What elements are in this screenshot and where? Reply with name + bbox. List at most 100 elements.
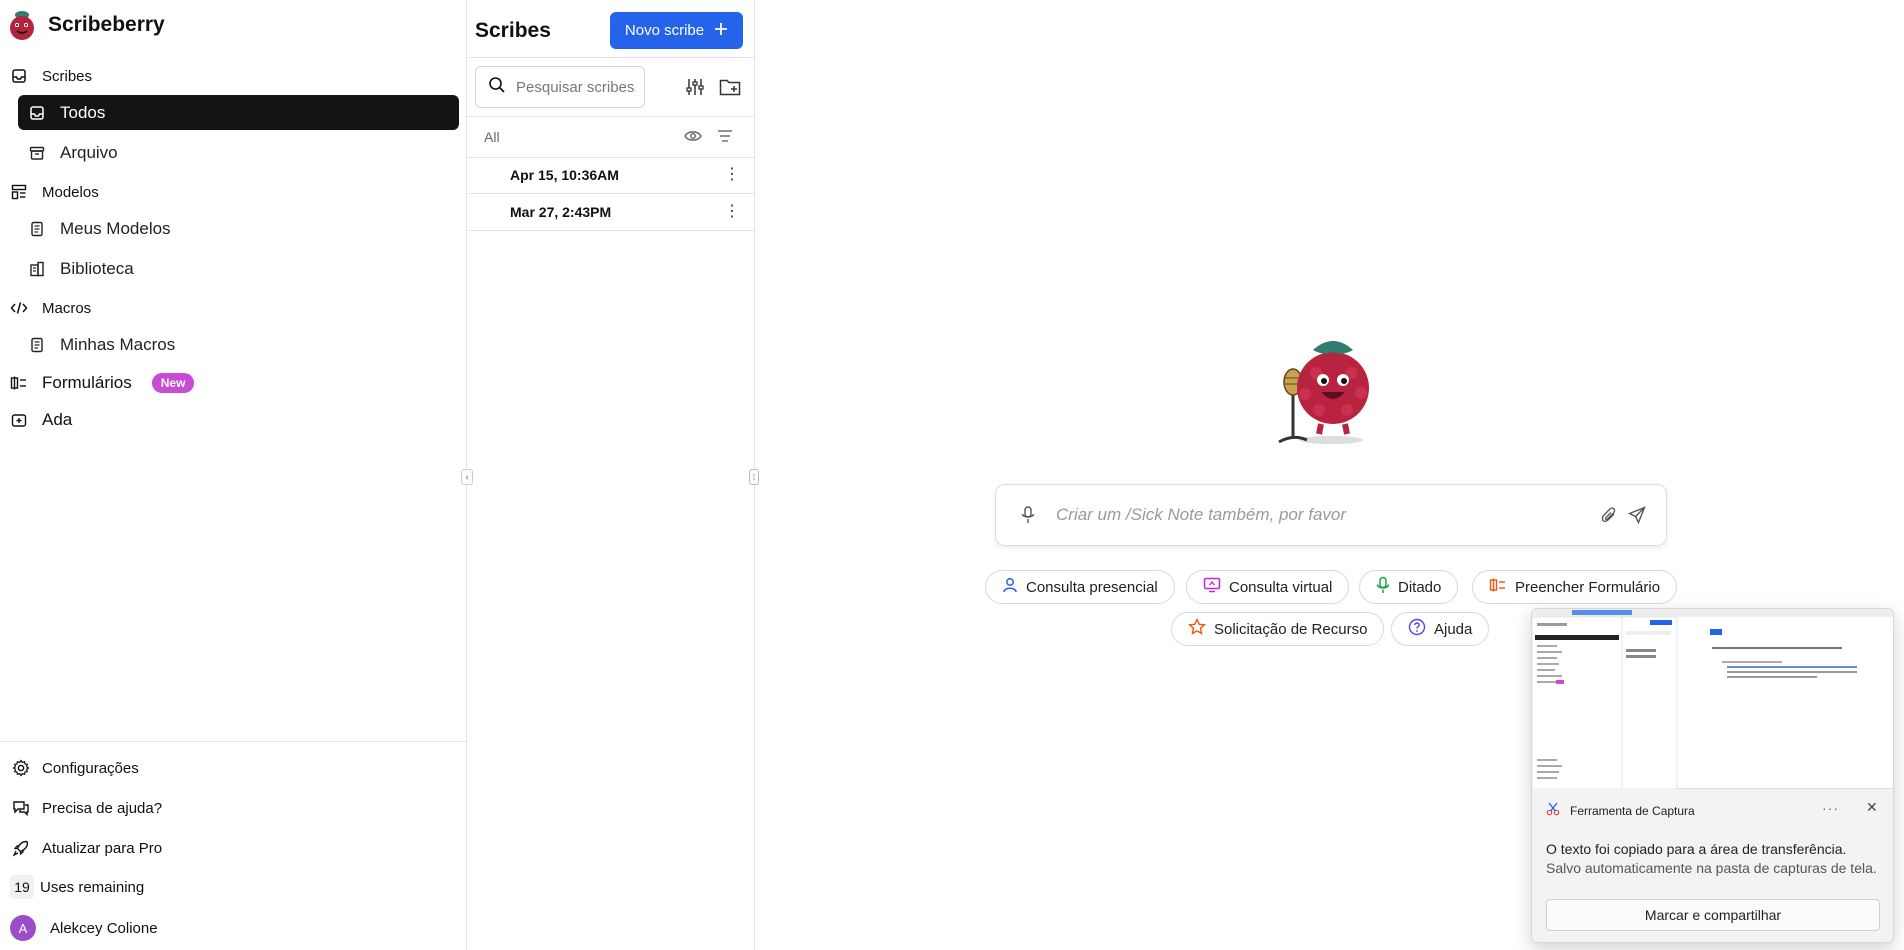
sidebar-item-meus-modelos[interactable]: Meus Modelos: [18, 211, 459, 246]
more-vertical-icon[interactable]: ⋮: [724, 204, 740, 220]
mic-icon: [1376, 576, 1390, 598]
mic-icon[interactable]: [1020, 505, 1036, 530]
form-icon: [1489, 577, 1507, 597]
list-item[interactable]: Mar 27, 2:43PM ⋮: [467, 194, 755, 231]
chip-ajuda[interactable]: Ajuda: [1391, 612, 1490, 646]
uses-count: 19: [10, 875, 34, 899]
chip-preencher-formulario[interactable]: Preencher Formulário: [1472, 570, 1678, 604]
brand[interactable]: Scribeberry: [6, 8, 165, 42]
sidebar-footer: [0, 741, 467, 742]
search-input[interactable]: [516, 78, 636, 96]
more-horizontal-icon[interactable]: ···: [1822, 800, 1839, 816]
sidebar-item-biblioteca[interactable]: Biblioteca: [18, 251, 459, 286]
uses-label: Uses remaining: [40, 878, 145, 896]
panel-title: Scribes: [475, 19, 551, 42]
chat-input-box[interactable]: [995, 484, 1667, 546]
sort-icon[interactable]: [713, 124, 737, 148]
section-macros[interactable]: Macros: [10, 299, 91, 317]
search-box[interactable]: [475, 66, 645, 108]
mascot-illustration: [1271, 328, 1381, 448]
chat-help-icon: [12, 799, 30, 817]
close-icon[interactable]: ✕: [1866, 799, 1878, 816]
chip-label: Ajuda: [1434, 620, 1473, 638]
layout-icon: [10, 183, 28, 201]
inbox-icon: [28, 104, 46, 122]
form-icon: [10, 374, 28, 392]
section-modelos[interactable]: Modelos: [10, 183, 99, 201]
chip-ditado[interactable]: Ditado: [1359, 570, 1459, 604]
snipping-tool-notification[interactable]: Ferramenta de Captura ··· ✕ O texto foi …: [1531, 608, 1894, 943]
toast-subtext: Salvo automaticamente na pasta de captur…: [1546, 860, 1877, 876]
new-badge: New: [151, 373, 195, 393]
scribes-panel: Scribes Novo scribe All: [467, 0, 755, 950]
chip-consulta-virtual[interactable]: Consulta virtual: [1186, 570, 1350, 604]
chip-solicitacao-de-recurso[interactable]: Solicitação de Recurso: [1171, 612, 1385, 646]
user-name: Alekcey Colione: [50, 919, 158, 937]
sidebar-item-label: Ada: [42, 410, 73, 429]
paperclip-icon[interactable]: [1600, 506, 1618, 529]
sidebar-item-label: Minhas Macros: [60, 334, 176, 354]
plus-icon: [714, 22, 728, 40]
question-icon: [1408, 618, 1426, 640]
more-vertical-icon[interactable]: ⋮: [724, 167, 740, 183]
filter-sliders-icon[interactable]: [683, 75, 707, 99]
code-icon: [10, 299, 28, 317]
inbox-icon: [10, 67, 28, 85]
sidebar-item-label: Arquivo: [60, 142, 118, 162]
toast-message: O texto foi copiado para a área de trans…: [1546, 841, 1847, 857]
eye-icon[interactable]: [681, 124, 705, 148]
help-label: Precisa de ajuda?: [42, 799, 163, 817]
chip-consulta-presencial[interactable]: Consulta presencial: [985, 570, 1175, 604]
toast-header: Ferramenta de Captura: [1546, 802, 1695, 819]
app-root: Scribeberry Scribes Todos Arquivo Modelo: [0, 0, 1904, 950]
sidebar-item-label: Biblioteca: [60, 258, 134, 278]
chip-label: Solicitação de Recurso: [1214, 620, 1368, 638]
gear-icon: [12, 759, 30, 777]
user-icon: [1002, 577, 1018, 597]
settings-label: Configurações: [42, 759, 139, 777]
sidebar-item-label: Formulários: [42, 373, 132, 392]
upgrade-link[interactable]: Atualizar para Pro: [12, 839, 162, 857]
sidebar-item-ada[interactable]: Ada: [10, 410, 72, 430]
chat-input[interactable]: [1056, 505, 1576, 525]
chip-label: Preencher Formulário: [1515, 578, 1661, 596]
archive-icon: [28, 144, 46, 162]
list-item[interactable]: Apr 15, 10:36AM ⋮: [467, 157, 755, 194]
settings-link[interactable]: Configurações: [12, 759, 139, 777]
help-link[interactable]: Precisa de ajuda?: [12, 799, 162, 817]
brand-title: Scribeberry: [48, 13, 165, 36]
filter-label[interactable]: All: [484, 129, 500, 145]
mark-and-share-button[interactable]: Marcar e compartilhar: [1546, 899, 1880, 931]
sidebar-item-label: Meus Modelos: [60, 218, 171, 238]
building-icon: [28, 260, 46, 278]
monitor-icon: [1203, 577, 1221, 597]
sidebar-item-formularios[interactable]: Formulários New: [10, 373, 195, 393]
document-icon: [28, 220, 46, 238]
rocket-icon: [12, 839, 30, 857]
ada-icon: [10, 411, 28, 429]
chip-label: Ditado: [1398, 578, 1442, 596]
sidebar-item-label: Todos: [60, 102, 106, 122]
panel-divider: [467, 116, 755, 117]
section-scribes[interactable]: Scribes: [10, 67, 92, 85]
section-label: Macros: [42, 299, 92, 317]
chip-label: Consulta presencial: [1026, 578, 1158, 596]
new-folder-icon[interactable]: [718, 75, 742, 99]
scribeberry-logo: [10, 11, 34, 40]
upgrade-label: Atualizar para Pro: [42, 839, 163, 857]
panel-divider: [467, 57, 755, 58]
scribe-date: Mar 27, 2:43PM: [510, 204, 612, 220]
user-profile[interactable]: A Alekcey Colione: [10, 915, 158, 941]
avatar: A: [10, 915, 36, 941]
search-icon: [488, 76, 506, 99]
screenshot-thumbnail[interactable]: [1532, 609, 1893, 790]
sidebar-item-todos[interactable]: Todos: [18, 95, 459, 130]
snipping-tool-icon: [1546, 802, 1560, 819]
sidebar-item-arquivo[interactable]: Arquivo: [18, 135, 459, 170]
new-scribe-button[interactable]: Novo scribe: [610, 12, 743, 49]
sidebar-item-minhas-macros[interactable]: Minhas Macros: [18, 327, 459, 362]
section-label: Scribes: [42, 67, 93, 85]
send-icon[interactable]: [1627, 506, 1646, 529]
document-icon: [28, 336, 46, 354]
star-icon: [1187, 617, 1207, 640]
